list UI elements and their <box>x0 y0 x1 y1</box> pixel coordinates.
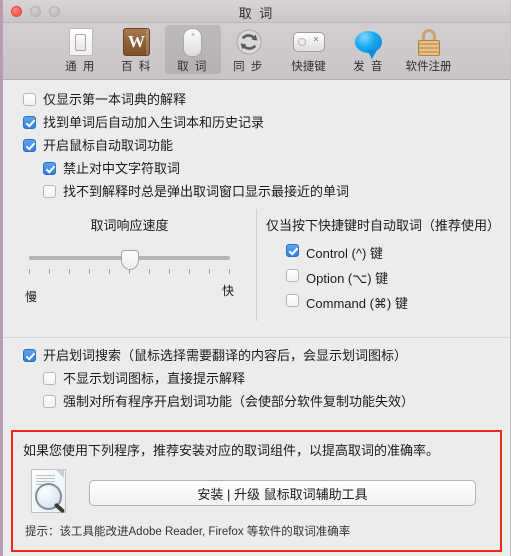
toolbar-item-registration[interactable]: 软件注册 <box>397 25 461 74</box>
toolbar-item-sync[interactable]: 同 步 <box>221 25 277 74</box>
label-force-all-apps: 强制对所有程序开启划词功能（会使部分软件复制功能失效） <box>63 394 415 409</box>
slider-end-labels: 慢 快 <box>23 284 236 305</box>
toolbar-item-wiki[interactable]: W 百 科 <box>109 25 165 74</box>
toolbar-item-pronunciation[interactable]: 发 音 <box>341 25 397 74</box>
checkbox-enable-selection-search[interactable] <box>23 349 36 362</box>
preferences-toolbar: 通 用 W 百 科 取 词 同 步 ✕ 快捷键 发 音 软件注册 <box>3 23 510 80</box>
label-enable-mouse-capture: 开启鼠标自动取词功能 <box>43 138 174 153</box>
section-divider <box>3 337 510 338</box>
toolbar-label-general: 通 用 <box>65 61 96 73</box>
capture-settings-pane: 仅显示第一本词典的解释 找到单词后自动加入生词本和历史记录 开启鼠标自动取词功能… <box>3 80 510 556</box>
column-divider <box>256 209 257 321</box>
hotkey-title: 仅当按下快捷键时自动取词（推荐使用） <box>266 218 501 233</box>
option-first-dict-only[interactable]: 仅显示第一本词典的解释 <box>3 92 510 107</box>
checkbox-first-dict-only[interactable] <box>23 93 36 106</box>
mouse-icon <box>176 27 210 57</box>
checkbox-hotkey-option[interactable] <box>286 269 299 282</box>
label-no-icon-direct: 不显示划词图标，直接提示解释 <box>63 371 246 386</box>
wikipedia-book-icon: W <box>120 27 154 57</box>
option-hotkey-control[interactable]: Control (^) 键 <box>266 243 510 262</box>
label-enable-selection-search: 开启划词搜索（鼠标选择需要翻译的内容后，会显示划词图标） <box>43 348 408 363</box>
toolbar-label-capture: 取 词 <box>177 61 208 73</box>
toolbar-label-pronunciation: 发 音 <box>353 61 384 73</box>
checkbox-auto-add-wordbook[interactable] <box>23 116 36 129</box>
label-hotkey-option: Option (⌥) 键 <box>306 271 389 286</box>
capture-speed-group: 取词响应速度 慢 快 <box>3 207 256 327</box>
option-no-icon-direct[interactable]: 不显示划词图标，直接提示解释 <box>3 371 510 386</box>
install-upgrade-button[interactable]: 安装 | 升级 鼠标取词辅助工具 <box>89 480 476 506</box>
capture-speed-slider[interactable] <box>29 250 230 286</box>
title-bar: 取 词 <box>3 0 510 23</box>
option-enable-selection-search[interactable]: 开启划词搜索（鼠标选择需要翻译的内容后，会显示划词图标） <box>3 348 510 363</box>
option-popup-nearest[interactable]: 找不到解释时总是弹出取词窗口显示最接近的单词 <box>3 184 510 199</box>
option-hotkey-option[interactable]: Option (⌥) 键 <box>266 268 510 287</box>
keyboard-key-icon <box>292 27 326 57</box>
recommendation-box: 如果您使用下列程序，推荐安装对应的取词组件，以提高取词的准确率。 安装 | 升级… <box>11 430 502 552</box>
option-auto-add-wordbook[interactable]: 找到单词后自动加入生词本和历史记录 <box>3 115 510 130</box>
option-disable-chinese[interactable]: 禁止对中文字符取词 <box>3 161 510 176</box>
checkbox-enable-mouse-capture[interactable] <box>23 139 36 152</box>
label-hotkey-command: Command (⌘) 键 <box>306 296 408 311</box>
hotkey-group: 仅当按下快捷键时自动取词（推荐使用） Control (^) 键 Option … <box>256 207 510 327</box>
slider-thumb[interactable] <box>120 250 139 270</box>
toolbar-item-hotkeys[interactable]: 快捷键 <box>277 25 341 74</box>
preferences-window: 取 词 通 用 W 百 科 取 词 同 步 ✕ 快捷键 发 音 软件注册 仅显示… <box>0 0 511 556</box>
label-first-dict-only: 仅显示第一本词典的解释 <box>43 92 187 107</box>
checkbox-force-all-apps[interactable] <box>43 395 56 408</box>
slider-ticks <box>29 269 230 274</box>
recommendation-hint: 提示：该工具能改进Adobe Reader, Firefox 等软件的取词准确率 <box>25 526 351 538</box>
slider-label-fast: 快 <box>221 284 234 298</box>
option-enable-mouse-capture[interactable]: 开启鼠标自动取词功能 <box>3 138 510 153</box>
recommendation-description: 如果您使用下列程序，推荐安装对应的取词组件，以提高取词的准确率。 <box>23 443 440 458</box>
capture-speed-title: 取词响应速度 <box>90 218 169 233</box>
checkbox-hotkey-control[interactable] <box>286 244 299 257</box>
lock-icon <box>412 27 446 57</box>
option-hotkey-command[interactable]: Command (⌘) 键 <box>266 293 510 312</box>
toolbar-label-registration: 软件注册 <box>405 61 452 73</box>
toolbar-label-hotkeys: 快捷键 <box>291 61 326 73</box>
label-hotkey-control: Control (^) 键 <box>306 246 383 261</box>
window-title: 取 词 <box>238 6 275 21</box>
switch-icon <box>64 27 98 57</box>
speed-and-hotkey-section: 取词响应速度 慢 快 仅当按下快捷键时自动取词（推荐使用） Control (^… <box>3 207 510 327</box>
speech-bubble-icon <box>352 27 386 59</box>
toolbar-label-sync: 同 步 <box>233 61 264 73</box>
toolbar-item-capture[interactable]: 取 词 <box>164 25 221 74</box>
document-magnifier-icon <box>29 469 73 517</box>
recommendation-row: 安装 | 升级 鼠标取词辅助工具 <box>23 469 490 517</box>
checkbox-hotkey-command[interactable] <box>286 294 299 307</box>
slider-label-slow: 慢 <box>25 290 38 304</box>
option-force-all-apps[interactable]: 强制对所有程序开启划词功能（会使部分软件复制功能失效） <box>3 394 510 409</box>
toolbar-item-general[interactable]: 通 用 <box>53 25 109 74</box>
checkbox-popup-nearest[interactable] <box>43 185 56 198</box>
checkbox-no-icon-direct[interactable] <box>43 372 56 385</box>
label-disable-chinese: 禁止对中文字符取词 <box>63 161 181 176</box>
checkbox-disable-chinese[interactable] <box>43 162 56 175</box>
toolbar-label-wiki: 百 科 <box>121 61 152 73</box>
label-auto-add-wordbook: 找到单词后自动加入生词本和历史记录 <box>43 115 265 130</box>
label-popup-nearest: 找不到解释时总是弹出取词窗口显示最接近的单词 <box>63 184 350 199</box>
sync-refresh-icon <box>232 27 266 57</box>
